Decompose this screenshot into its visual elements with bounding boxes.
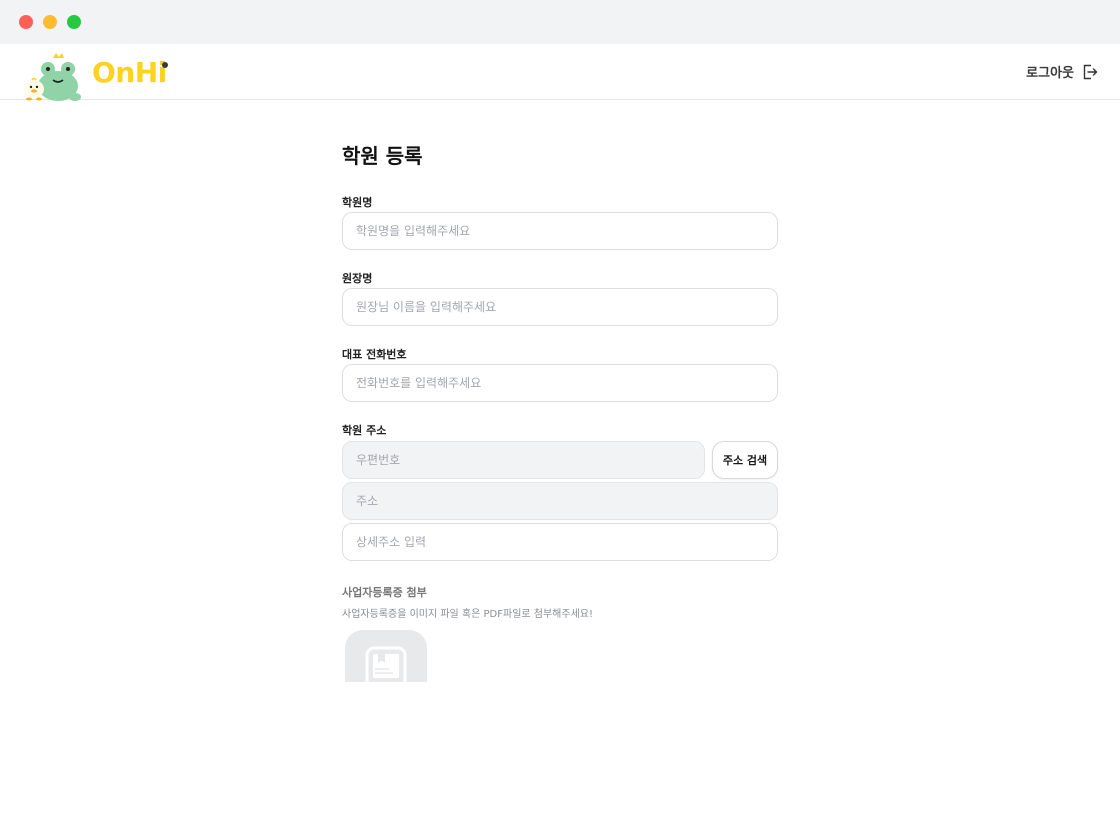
postal-code-input[interactable]: [342, 441, 705, 479]
brand-accent-dot: [162, 62, 168, 68]
app-header: OnHi 로그아웃: [0, 44, 1120, 102]
window-titlebar: [0, 0, 1120, 44]
detail-address-input[interactable]: [342, 523, 778, 561]
document-upload-icon: [365, 646, 407, 682]
logout-icon: [1083, 64, 1098, 79]
logout-button[interactable]: 로그아웃: [1026, 62, 1098, 81]
page-title: 학원 등록: [342, 144, 423, 168]
phone-label: 대표 전화번호: [342, 348, 407, 361]
director-name-input[interactable]: [342, 288, 778, 326]
address-label: 학원 주소: [342, 424, 387, 437]
brand-name[interactable]: OnHi: [92, 56, 167, 89]
minimize-window-button[interactable]: [43, 15, 57, 29]
address-input[interactable]: [342, 482, 778, 520]
zoom-window-button[interactable]: [67, 15, 81, 29]
academy-name-label: 학원명: [342, 196, 373, 209]
attachment-label: 사업자등록증 첨부: [342, 586, 427, 599]
phone-input[interactable]: [342, 364, 778, 402]
academy-name-input[interactable]: [342, 212, 778, 250]
director-name-label: 원장명: [342, 272, 373, 285]
logout-label: 로그아웃: [1026, 66, 1074, 81]
frog-mascot-logo-icon[interactable]: [22, 52, 82, 102]
business-license-upload[interactable]: [345, 630, 427, 682]
attachment-description: 사업자등록증을 이미지 파일 혹은 PDF파일로 첨부해주세요!: [342, 609, 593, 620]
close-window-button[interactable]: [19, 15, 33, 29]
address-search-button[interactable]: 주소 검색: [712, 441, 778, 479]
